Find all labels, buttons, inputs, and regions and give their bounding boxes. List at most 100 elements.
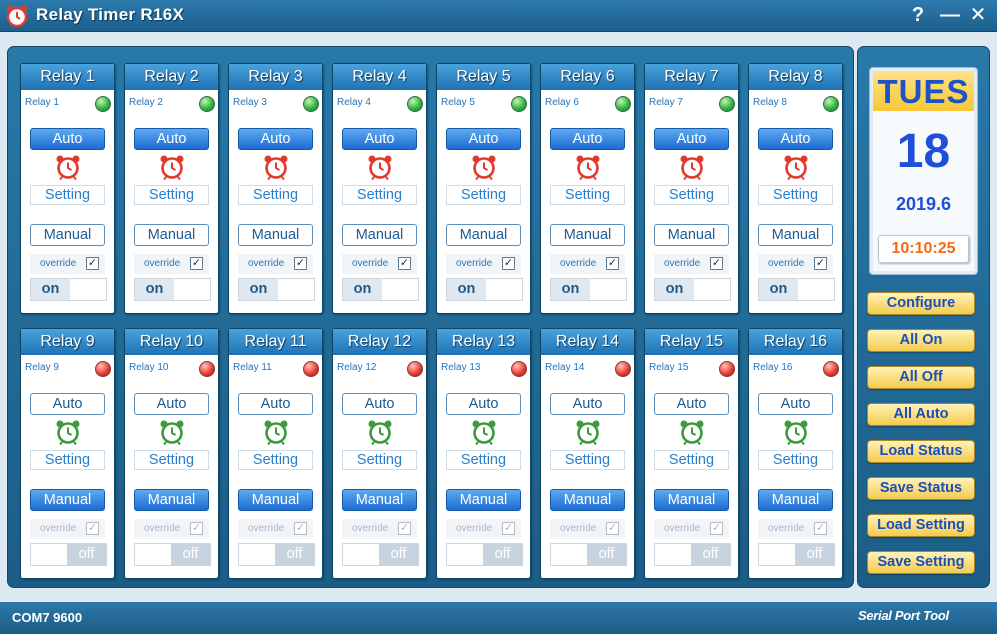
auto-button[interactable]: Auto <box>758 393 833 415</box>
on-off-toggle[interactable]: on <box>654 278 731 301</box>
auto-button[interactable]: Auto <box>30 128 105 150</box>
auto-button[interactable]: Auto <box>30 393 105 415</box>
on-off-toggle[interactable]: on <box>30 278 107 301</box>
on-off-toggle[interactable]: on <box>758 278 835 301</box>
help-button[interactable]: ? <box>906 2 930 28</box>
override-checkbox[interactable]: ✓ <box>190 522 203 535</box>
on-off-toggle[interactable]: on <box>342 278 419 301</box>
override-checkbox[interactable]: ✓ <box>294 522 307 535</box>
override-checkbox[interactable]: ✓ <box>502 257 515 270</box>
override-checkbox[interactable]: ✓ <box>606 522 619 535</box>
on-off-toggle[interactable]: on <box>550 278 627 301</box>
override-row: override ✓ <box>134 254 209 274</box>
setting-button[interactable]: Setting <box>654 185 729 205</box>
setting-button[interactable]: Setting <box>342 185 417 205</box>
override-checkbox[interactable]: ✓ <box>710 257 723 270</box>
setting-button[interactable]: Setting <box>238 185 313 205</box>
on-off-toggle[interactable]: on <box>134 278 211 301</box>
setting-button[interactable]: Setting <box>758 185 833 205</box>
all-off-button[interactable]: All Off <box>867 366 975 389</box>
on-off-toggle[interactable]: off <box>134 543 211 566</box>
close-button[interactable]: ✕ <box>966 2 990 28</box>
setting-button[interactable]: Setting <box>238 450 313 470</box>
override-checkbox[interactable]: ✓ <box>814 257 827 270</box>
manual-button[interactable]: Manual <box>446 224 521 246</box>
auto-button[interactable]: Auto <box>238 128 313 150</box>
save-setting-button[interactable]: Save Setting <box>867 551 975 574</box>
manual-button[interactable]: Manual <box>654 489 729 511</box>
manual-button[interactable]: Manual <box>758 489 833 511</box>
setting-button[interactable]: Setting <box>550 450 625 470</box>
minimize-button[interactable]: — <box>938 2 962 28</box>
auto-button[interactable]: Auto <box>446 128 521 150</box>
setting-button[interactable]: Setting <box>654 450 729 470</box>
auto-button[interactable]: Auto <box>758 128 833 150</box>
auto-button[interactable]: Auto <box>654 128 729 150</box>
override-checkbox[interactable]: ✓ <box>398 257 411 270</box>
auto-button[interactable]: Auto <box>134 128 209 150</box>
manual-button[interactable]: Manual <box>238 224 313 246</box>
setting-button[interactable]: Setting <box>446 450 521 470</box>
setting-button[interactable]: Setting <box>30 185 105 205</box>
toggle-state: off <box>795 544 834 565</box>
manual-button[interactable]: Manual <box>134 489 209 511</box>
setting-button[interactable]: Setting <box>134 185 209 205</box>
manual-button[interactable]: Manual <box>342 489 417 511</box>
configure-button[interactable]: Configure <box>867 292 975 315</box>
all-on-button[interactable]: All On <box>867 329 975 352</box>
override-checkbox[interactable]: ✓ <box>294 257 307 270</box>
manual-button[interactable]: Manual <box>758 224 833 246</box>
manual-button[interactable]: Manual <box>134 224 209 246</box>
manual-button[interactable]: Manual <box>446 489 521 511</box>
setting-button[interactable]: Setting <box>134 450 209 470</box>
override-checkbox[interactable]: ✓ <box>814 522 827 535</box>
on-off-toggle[interactable]: off <box>758 543 835 566</box>
toggle-state: on <box>759 279 798 300</box>
setting-button[interactable]: Setting <box>550 185 625 205</box>
manual-button[interactable]: Manual <box>30 489 105 511</box>
setting-button[interactable]: Setting <box>30 450 105 470</box>
override-row: override ✓ <box>30 254 105 274</box>
load-setting-button[interactable]: Load Setting <box>867 514 975 537</box>
on-off-toggle[interactable]: off <box>654 543 731 566</box>
setting-button[interactable]: Setting <box>342 450 417 470</box>
auto-button[interactable]: Auto <box>342 128 417 150</box>
auto-button[interactable]: Auto <box>550 128 625 150</box>
on-off-toggle[interactable]: on <box>238 278 315 301</box>
manual-button[interactable]: Manual <box>654 224 729 246</box>
alarm-clock-icon <box>782 154 810 181</box>
manual-button[interactable]: Manual <box>550 489 625 511</box>
load-status-button[interactable]: Load Status <box>867 440 975 463</box>
auto-button[interactable]: Auto <box>446 393 521 415</box>
auto-button[interactable]: Auto <box>654 393 729 415</box>
on-off-toggle[interactable]: on <box>446 278 523 301</box>
save-status-button[interactable]: Save Status <box>867 477 975 500</box>
override-label: override <box>768 258 805 269</box>
override-checkbox[interactable]: ✓ <box>190 257 203 270</box>
override-checkbox[interactable]: ✓ <box>502 522 515 535</box>
setting-button[interactable]: Setting <box>758 450 833 470</box>
on-off-toggle[interactable]: off <box>342 543 419 566</box>
override-row: override ✓ <box>342 519 417 539</box>
auto-button[interactable]: Auto <box>134 393 209 415</box>
auto-button[interactable]: Auto <box>550 393 625 415</box>
toggle-state: off <box>379 544 418 565</box>
manual-button[interactable]: Manual <box>238 489 313 511</box>
manual-button[interactable]: Manual <box>342 224 417 246</box>
on-off-toggle[interactable]: off <box>30 543 107 566</box>
auto-button[interactable]: Auto <box>342 393 417 415</box>
setting-button[interactable]: Setting <box>446 185 521 205</box>
override-checkbox[interactable]: ✓ <box>398 522 411 535</box>
manual-button[interactable]: Manual <box>30 224 105 246</box>
override-checkbox[interactable]: ✓ <box>606 257 619 270</box>
override-checkbox[interactable]: ✓ <box>86 257 99 270</box>
on-off-toggle[interactable]: off <box>446 543 523 566</box>
manual-button[interactable]: Manual <box>550 224 625 246</box>
on-off-toggle[interactable]: off <box>238 543 315 566</box>
override-checkbox[interactable]: ✓ <box>710 522 723 535</box>
all-auto-button[interactable]: All Auto <box>867 403 975 426</box>
auto-button[interactable]: Auto <box>238 393 313 415</box>
override-checkbox[interactable]: ✓ <box>86 522 99 535</box>
relay-card: Relay 6 Relay 6 Auto Setting Manual override ✓… <box>540 63 635 314</box>
on-off-toggle[interactable]: off <box>550 543 627 566</box>
